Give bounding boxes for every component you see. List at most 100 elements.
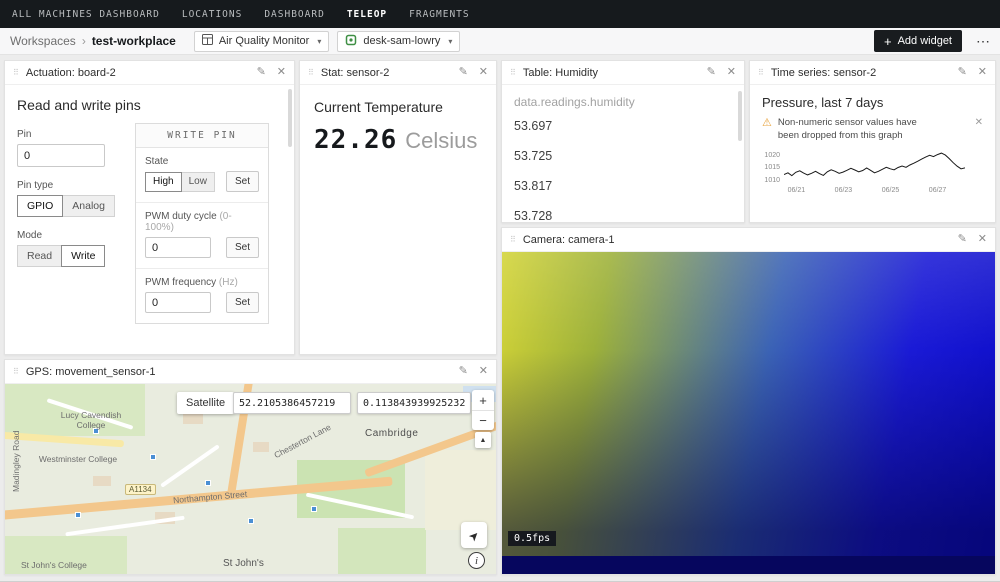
warning-icon: ⚠: [762, 117, 772, 129]
close-widget-button[interactable]: ✕: [479, 67, 488, 78]
drag-handle-icon[interactable]: ⠿: [510, 68, 516, 77]
dashboard-grid: ⠿ Actuation: board-2 ✎ ✕ Read and write …: [0, 55, 1000, 581]
camera-stream-band: [502, 556, 995, 574]
locate-icon: ➤: [465, 527, 482, 544]
table-row: 53.697: [514, 111, 732, 141]
widget-header: ⠿ Camera: camera-1 ✎ ✕: [502, 228, 995, 252]
pressure-line: [784, 153, 965, 176]
machine-select-label: desk-sam-lowry: [363, 35, 440, 47]
longitude-input[interactable]: [357, 392, 471, 414]
pin-input[interactable]: [17, 144, 105, 167]
map-building: [93, 476, 111, 486]
mode-read-button[interactable]: Read: [17, 245, 62, 267]
gps-widget: ⠿ GPS: movement_sensor-1 ✎ ✕: [4, 359, 497, 575]
stat-unit: Celsius: [405, 128, 477, 154]
state-toggle: High Low: [145, 172, 215, 192]
pwm-duty-input[interactable]: [145, 237, 211, 258]
warning-banner: ⚠ Non-numeric sensor values have been dr…: [762, 117, 983, 143]
breadcrumb-workspaces[interactable]: Workspaces: [10, 34, 76, 48]
dismiss-warning-button[interactable]: ✕: [975, 117, 983, 128]
locate-button[interactable]: ➤: [461, 522, 487, 548]
pin-type-gpio-button[interactable]: GPIO: [17, 195, 63, 217]
x-tick: 06/21: [788, 187, 806, 194]
nav-dashboard[interactable]: DASHBOARD: [264, 9, 324, 20]
nav-locations[interactable]: LOCATIONS: [182, 9, 242, 20]
machine-select[interactable]: desk-sam-lowry ▾: [337, 31, 460, 52]
chart-x-axis: 06/21 06/23 06/25 06/27: [784, 186, 965, 196]
edit-widget-button[interactable]: ✎: [459, 67, 468, 78]
teleop-screen: ALL MACHINES DASHBOARD LOCATIONS DASHBOA…: [0, 0, 1000, 582]
close-widget-button[interactable]: ✕: [277, 67, 286, 78]
widget-title: GPS: movement_sensor-1: [26, 366, 156, 378]
latitude-input[interactable]: [233, 392, 351, 414]
y-tick: 1015: [764, 164, 780, 171]
edit-widget-button[interactable]: ✎: [958, 67, 967, 78]
top-nav: ALL MACHINES DASHBOARD LOCATIONS DASHBOA…: [0, 0, 1000, 28]
state-set-button[interactable]: Set: [226, 171, 259, 192]
nav-all-machines-dashboard[interactable]: ALL MACHINES DASHBOARD: [12, 9, 160, 20]
dashboard-icon: [202, 34, 213, 48]
nav-teleop[interactable]: TELEOP: [347, 9, 387, 20]
close-widget-button[interactable]: ✕: [479, 366, 488, 377]
more-options-button[interactable]: ⋯: [976, 33, 990, 50]
pwm-duty-set-button[interactable]: Set: [226, 237, 259, 258]
edit-widget-button[interactable]: ✎: [257, 67, 266, 78]
edit-widget-button[interactable]: ✎: [459, 366, 468, 377]
state-high-button[interactable]: High: [145, 172, 182, 192]
widget-header: ⠿ Time series: sensor-2 ✎ ✕: [750, 61, 995, 85]
widget-header: ⠿ Actuation: board-2 ✎ ✕: [5, 61, 294, 85]
scrollbar[interactable]: [738, 91, 742, 141]
zoom-out-button[interactable]: −: [472, 410, 494, 430]
map-label: Chesterton Lane: [272, 422, 332, 460]
pwm-frequency-input[interactable]: [145, 292, 211, 313]
chart-plot-area: 06/21 06/23 06/25 06/27: [784, 148, 965, 196]
map-label: Northampton Street: [173, 489, 248, 505]
compass-button[interactable]: ▲: [475, 432, 491, 448]
actuation-widget: ⠿ Actuation: board-2 ✎ ✕ Read and write …: [4, 60, 295, 355]
pwm-frequency-hint: (Hz): [219, 277, 238, 288]
drag-handle-icon[interactable]: ⠿: [13, 367, 19, 376]
map-park: [338, 528, 426, 574]
close-widget-button[interactable]: ✕: [727, 67, 736, 78]
line-chart: [784, 148, 965, 186]
zoom-in-button[interactable]: +: [472, 390, 494, 410]
breadcrumb: Workspaces › test-workplace: [10, 34, 176, 48]
drag-handle-icon[interactable]: ⠿: [510, 235, 516, 244]
close-widget-button[interactable]: ✕: [978, 234, 987, 245]
camera-widget: ⠿ Camera: camera-1 ✎ ✕ 0.5fps: [501, 227, 996, 575]
table-row: 53.728: [514, 201, 732, 223]
machine-icon: [345, 34, 357, 49]
scrollbar[interactable]: [288, 89, 292, 147]
widget-title: Actuation: board-2: [26, 67, 116, 79]
nav-fragments[interactable]: FRAGMENTS: [409, 9, 469, 20]
breadcrumb-current: test-workplace: [92, 34, 176, 48]
pwm-frequency-label-text: PWM frequency: [145, 277, 216, 288]
close-widget-button[interactable]: ✕: [978, 67, 987, 78]
satellite-toggle-button[interactable]: Satellite: [177, 392, 234, 414]
chevron-down-icon: ▾: [448, 37, 452, 46]
pwm-frequency-set-button[interactable]: Set: [226, 292, 259, 313]
drag-handle-icon[interactable]: ⠿: [308, 68, 314, 77]
map-area: [425, 450, 496, 530]
edit-widget-button[interactable]: ✎: [707, 67, 716, 78]
pin-type-analog-button[interactable]: Analog: [62, 195, 115, 217]
add-widget-button[interactable]: + Add widget: [874, 30, 962, 52]
map-canvas[interactable]: Madingley Road Lucy Cavendish College We…: [5, 384, 496, 574]
state-low-button[interactable]: Low: [181, 172, 215, 192]
pwm-duty-label: PWM duty cycle (0-100%): [145, 211, 259, 233]
fps-badge: 0.5fps: [508, 531, 556, 546]
mode-write-button[interactable]: Write: [61, 245, 105, 267]
edit-widget-button[interactable]: ✎: [958, 234, 967, 245]
workspace-select[interactable]: Air Quality Monitor ▾: [194, 31, 330, 52]
actuation-body: Read and write pins Pin Pin type GPIO An…: [5, 85, 294, 354]
drag-handle-icon[interactable]: ⠿: [758, 68, 764, 77]
drag-handle-icon[interactable]: ⠿: [13, 68, 19, 77]
info-button[interactable]: i: [468, 552, 485, 569]
pwm-frequency-section: PWM frequency (Hz) Set: [136, 268, 268, 323]
camera-stream: [502, 252, 995, 556]
pwm-duty-label-text: PWM duty cycle: [145, 211, 217, 222]
map-label: Westminster College: [33, 454, 123, 464]
table-row: 53.817: [514, 171, 732, 201]
map-label: St John's College: [21, 560, 87, 570]
map-marker: [311, 506, 317, 512]
